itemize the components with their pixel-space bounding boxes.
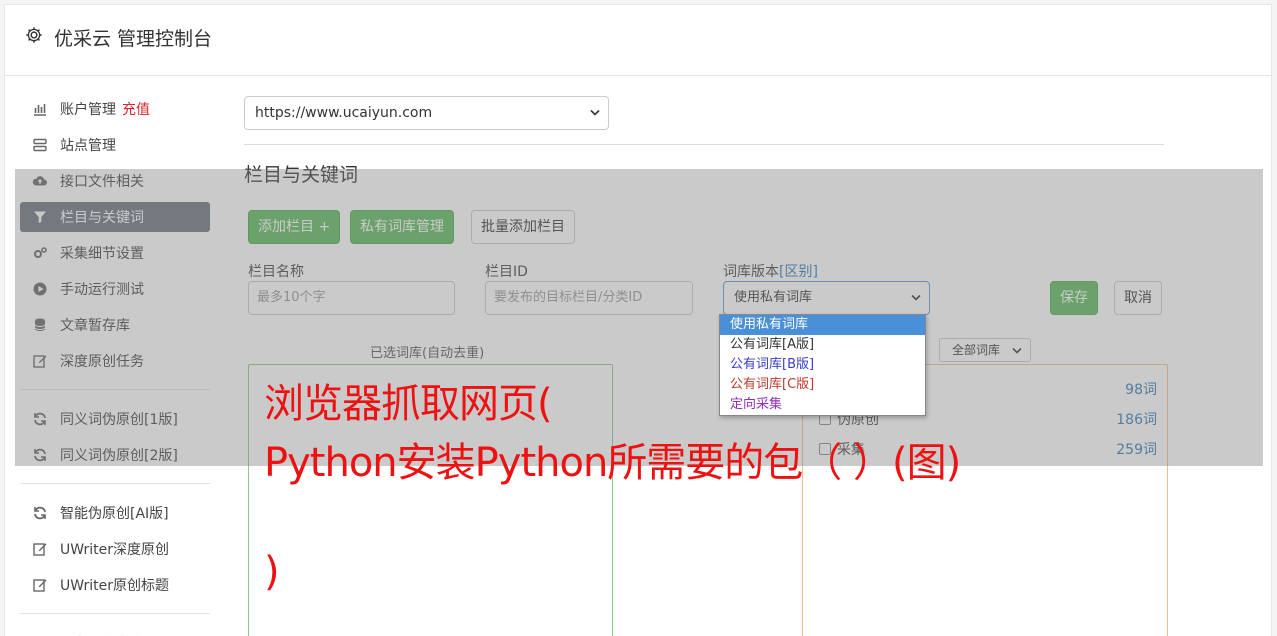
server-icon	[30, 137, 50, 153]
sidebar-item-label: UWriter深度原创	[60, 542, 169, 558]
sidebar-item-0[interactable]: 账户管理 充值	[20, 94, 210, 124]
recharge-link[interactable]: 充值	[122, 99, 150, 119]
watermark-line-1: 浏览器抓取网页(	[264, 381, 553, 427]
site-select[interactable]: https://www.ucaiyun.com	[244, 96, 609, 130]
sidebar-item-10[interactable]: 智能伪原创[AI版]	[20, 498, 210, 528]
gear-icon	[25, 26, 43, 44]
refresh-icon	[30, 505, 50, 521]
lib-option-0[interactable]: 使用私有词库	[720, 315, 925, 335]
sidebar-item-label: 智能伪原创[AI版]	[60, 506, 169, 522]
page-header: 优采云 管理控制台	[5, 5, 1271, 76]
app-title: 优采云 管理控制台	[54, 28, 213, 50]
sidebar-item-label: 站点管理	[60, 138, 116, 154]
lib-option-2[interactable]: 公有词库[B版]	[720, 355, 925, 375]
lib-option-1[interactable]: 公有词库[A版]	[720, 335, 925, 355]
sidebar-divider	[20, 483, 210, 484]
sidebar-item-label: UWriter原创标题	[60, 578, 169, 594]
lib-option-3[interactable]: 公有词库[C版]	[720, 375, 925, 395]
watermark-line-2: Python安装Python所需要的包（ ）(图)	[264, 440, 961, 486]
sidebar-item-12[interactable]: UWriter原创标题	[20, 570, 210, 600]
sidebar-item-11[interactable]: UWriter深度原创	[20, 534, 210, 564]
sidebar-item-13[interactable]: 公有词库查询	[20, 628, 210, 636]
sidebar-item-1[interactable]: 站点管理	[20, 130, 210, 160]
gray-overlay	[15, 169, 1263, 466]
lib-version-dropdown: 使用私有词库 公有词库[A版] 公有词库[B版] 公有词库[C版] 定向采集	[719, 314, 926, 416]
sidebar-item-label: 账户管理	[60, 102, 116, 118]
lib-option-4[interactable]: 定向采集	[720, 395, 925, 415]
watermark-line-3: )	[264, 549, 280, 595]
sidebar-divider	[20, 613, 210, 614]
chevron-down-icon	[590, 109, 600, 116]
edit-icon	[30, 541, 50, 557]
divider	[244, 144, 1164, 145]
bar-chart-icon	[30, 101, 50, 117]
site-select-value: https://www.ucaiyun.com	[255, 105, 433, 121]
edit-icon	[30, 577, 50, 593]
